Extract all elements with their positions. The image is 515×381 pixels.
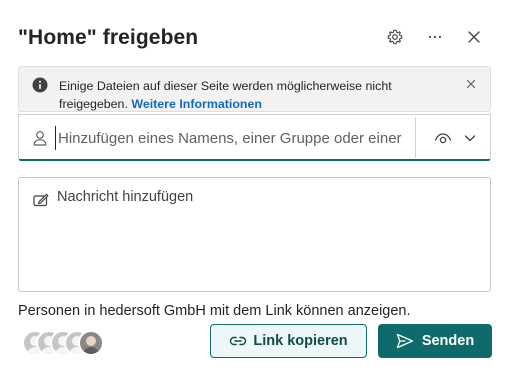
link-permission-info[interactable]: Personen in hedersoft GmbH mit dem Link … (18, 303, 411, 319)
share-dialog: "Home" freigeben Einige Dateien auf dies… (0, 0, 515, 381)
person-icon (33, 131, 47, 146)
copy-link-label: Link kopieren (253, 333, 348, 349)
shared-with-avatars[interactable] (22, 330, 104, 356)
send-icon (396, 333, 413, 349)
close-button[interactable] (461, 24, 487, 50)
permission-dropdown[interactable] (425, 123, 485, 153)
people-picker (18, 114, 491, 161)
send-label: Senden (421, 333, 475, 349)
close-icon (468, 31, 480, 43)
copy-link-button[interactable]: Link kopieren (210, 324, 367, 358)
message-box (18, 177, 491, 292)
banner-message: Einige Dateien auf dieser Seite werden m… (59, 77, 439, 113)
input-divider (415, 117, 416, 158)
dialog-title: "Home" freigeben (18, 26, 199, 49)
learn-more-link[interactable]: Weitere Informationen (131, 97, 262, 111)
settings-button[interactable] (382, 24, 408, 50)
people-search-input[interactable] (55, 126, 410, 150)
chevron-down-icon (464, 135, 476, 142)
warning-banner: Einige Dateien auf dieser Seite werden m… (18, 66, 491, 112)
info-icon (32, 77, 48, 93)
message-input[interactable] (57, 189, 477, 279)
banner-close-icon[interactable] (464, 77, 478, 91)
eye-icon (434, 133, 452, 144)
gear-icon (387, 29, 403, 45)
more-horizontal-icon (428, 35, 442, 39)
send-button[interactable]: Senden (378, 324, 492, 358)
avatar-photo (78, 330, 104, 356)
edit-message-icon (33, 193, 49, 207)
link-icon (230, 336, 247, 346)
more-options-button[interactable] (422, 24, 448, 50)
